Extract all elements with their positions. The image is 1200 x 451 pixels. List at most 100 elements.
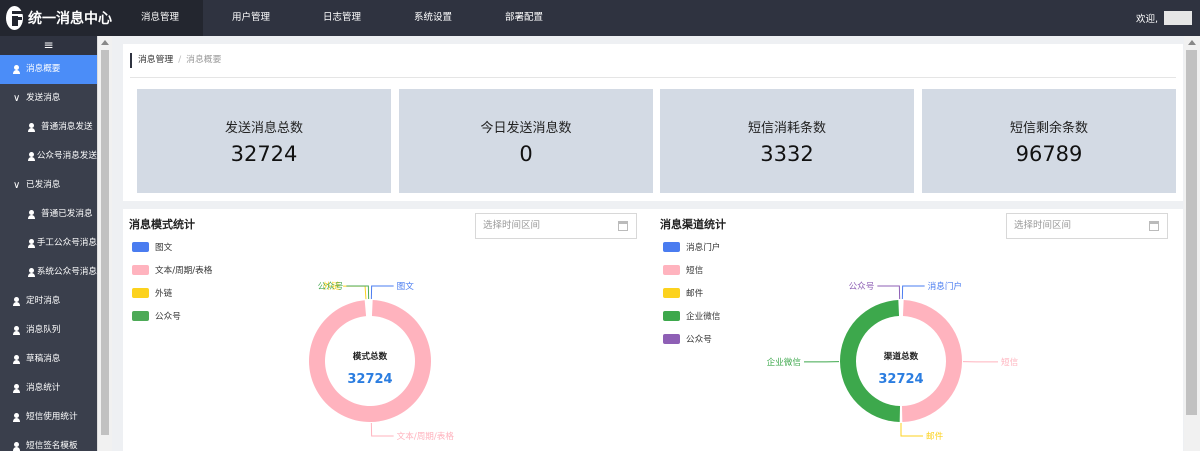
stat-value: 0: [519, 142, 533, 166]
legend-label: 外链: [155, 288, 173, 299]
user-icon: [13, 355, 22, 364]
legend-item[interactable]: 文本/周期/表格: [132, 258, 212, 281]
legend-item[interactable]: 公众号: [663, 327, 720, 350]
top-bar: 统一消息中心 消息管理 用户管理 日志管理 系统设置 部署配置 欢迎,: [0, 0, 1200, 36]
legend-label: 短信: [686, 265, 704, 276]
donut-center-value: 32724: [878, 372, 923, 387]
stat-label: 发送消息总数: [224, 121, 303, 136]
sidebar-item-sms-templates[interactable]: 短信签名模板: [0, 432, 97, 451]
brand[interactable]: 统一消息中心: [0, 0, 112, 36]
donut-center-label: 渠道总数: [883, 350, 919, 362]
sidebar-item-label: 已发消息: [26, 180, 61, 190]
stat-label: 短信剩余条数: [1009, 121, 1088, 136]
legend-label: 文本/周期/表格: [155, 265, 213, 276]
stat-card-sms-remaining: 短信剩余条数 96789: [922, 89, 1176, 193]
donut-center-value: 32724: [347, 372, 392, 387]
sidebar-item-label: 短信使用统计: [26, 412, 78, 422]
sidebar-item-statistics[interactable]: 消息统计: [0, 374, 97, 403]
legend-label: 企业微信: [686, 311, 721, 322]
label-leader-line: [370, 285, 394, 300]
sidebar-item-label: 消息统计: [26, 383, 61, 393]
legend-swatch: [663, 287, 680, 298]
label-leader-line: [901, 285, 925, 300]
breadcrumb: 消息管理 / 消息概要: [130, 53, 221, 68]
scrollbar-thumb[interactable]: [1186, 50, 1197, 415]
legend-item[interactable]: 图文: [132, 235, 212, 258]
topnav-item-deploy[interactable]: 部署配置: [476, 0, 567, 36]
mode-chart-title: 消息模式统计: [129, 218, 195, 231]
sidebar-scrollbar[interactable]: [97, 36, 112, 451]
sidebar-item-normal-sent[interactable]: 普通已发消息: [0, 200, 97, 229]
sidebar-toggle-button[interactable]: ≡: [0, 36, 97, 55]
mode-chart-legend: 图文文本/周期/表格 外链公众号: [132, 235, 212, 327]
user-icon: [28, 152, 35, 161]
sidebar-item-queue[interactable]: 消息队列: [0, 316, 97, 345]
channel-chart-title: 消息渠道统计: [660, 218, 726, 231]
stat-card-sms-consumed: 短信消耗条数 3332: [660, 89, 914, 193]
mode-donut-chart: 图文文本/周期/表格外链公众号模式总数32724: [309, 280, 454, 442]
topnav-item-settings[interactable]: 系统设置: [385, 0, 476, 36]
scroll-up-icon[interactable]: [1188, 40, 1196, 45]
calendar-icon[interactable]: [1149, 221, 1159, 231]
sidebar-item-manual-official[interactable]: 手工公众号消息: [0, 229, 97, 258]
legend-label: 邮件: [686, 288, 704, 299]
app-title: 统一消息中心: [28, 11, 112, 27]
sidebar-item-normal-send[interactable]: 普通消息发送: [0, 113, 97, 142]
sidebar: ≡ 消息概要 ∨ 发送消息 普通消息发送 公众号消息发送 ∨ 已发消息 普通已发…: [0, 36, 97, 451]
channel-date-range-input[interactable]: 选择时间区间: [1006, 213, 1168, 239]
legend-label: 公众号: [155, 311, 181, 322]
main-scrollbar[interactable]: [1184, 36, 1200, 451]
sidebar-item-message-overview[interactable]: 消息概要: [0, 55, 97, 84]
calendar-icon[interactable]: [618, 221, 628, 231]
legend-swatch: [663, 241, 680, 252]
sidebar-item-system-official[interactable]: 系统公众号消息: [0, 258, 97, 287]
stat-label: 短信消耗条数: [747, 121, 826, 136]
legend-item[interactable]: 消息门户: [663, 235, 720, 258]
legend-item[interactable]: 公众号: [132, 304, 212, 327]
sidebar-item-label: 手工公众号消息: [36, 238, 97, 248]
stat-label: 今日发送消息数: [480, 121, 572, 136]
sidebar-item-drafts[interactable]: 草稿消息: [0, 345, 97, 374]
legend-swatch: [663, 310, 680, 321]
breadcrumb-separator: /: [178, 55, 182, 65]
sidebar-item-scheduled[interactable]: 定时消息: [0, 287, 97, 316]
topnav-item-logs[interactable]: 日志管理: [294, 0, 385, 36]
chevron-down-icon: ∨: [13, 93, 21, 104]
topnav-item-messages[interactable]: 消息管理: [112, 0, 203, 36]
legend-swatch: [132, 310, 149, 321]
legend-item[interactable]: 企业微信: [663, 304, 720, 327]
user-icon: [28, 210, 37, 219]
divider: [130, 77, 1176, 78]
user-icon: [28, 239, 35, 248]
channel-chart-legend: 消息门户短信邮件企业微信公众号: [663, 235, 720, 350]
user-menu[interactable]: [1164, 11, 1192, 25]
legend-item[interactable]: 短信: [663, 258, 720, 281]
legend-item[interactable]: 外链: [132, 281, 212, 304]
sidebar-item-send-message[interactable]: ∨ 发送消息: [0, 84, 97, 113]
sidebar-item-sms-usage[interactable]: 短信使用统计: [0, 403, 97, 432]
slice-label: 文本/周期/表格: [397, 430, 455, 442]
topnav-item-users[interactable]: 用户管理: [203, 0, 294, 36]
scrollbar-thumb[interactable]: [101, 50, 109, 435]
sidebar-item-sent-messages[interactable]: ∨ 已发消息: [0, 171, 97, 200]
sidebar-item-label: 短信签名模板: [26, 441, 78, 451]
top-nav: 消息管理 用户管理 日志管理 系统设置 部署配置: [112, 0, 567, 36]
slice-label: 公众号: [849, 281, 875, 292]
stat-card-total-sent: 发送消息总数 32724: [137, 89, 391, 193]
legend-label: 公众号: [686, 334, 712, 345]
sidebar-item-label: 普通消息发送: [41, 122, 93, 132]
welcome: 欢迎,: [1136, 0, 1192, 36]
scroll-up-icon[interactable]: [101, 40, 109, 45]
label-leader-line: [370, 422, 394, 437]
user-icon: [28, 268, 35, 277]
legend-item[interactable]: 邮件: [663, 281, 720, 304]
slice-label: 短信: [1001, 356, 1019, 368]
mode-date-range-input[interactable]: 选择时间区间: [475, 213, 637, 239]
chevron-down-icon: ∨: [13, 180, 21, 191]
slice-label: 消息门户: [928, 280, 962, 292]
user-icon: [13, 65, 22, 74]
user-icon: [13, 413, 22, 422]
sidebar-item-official-send[interactable]: 公众号消息发送: [0, 142, 97, 171]
breadcrumb-root[interactable]: 消息管理: [138, 55, 173, 65]
legend-swatch: [132, 241, 149, 252]
